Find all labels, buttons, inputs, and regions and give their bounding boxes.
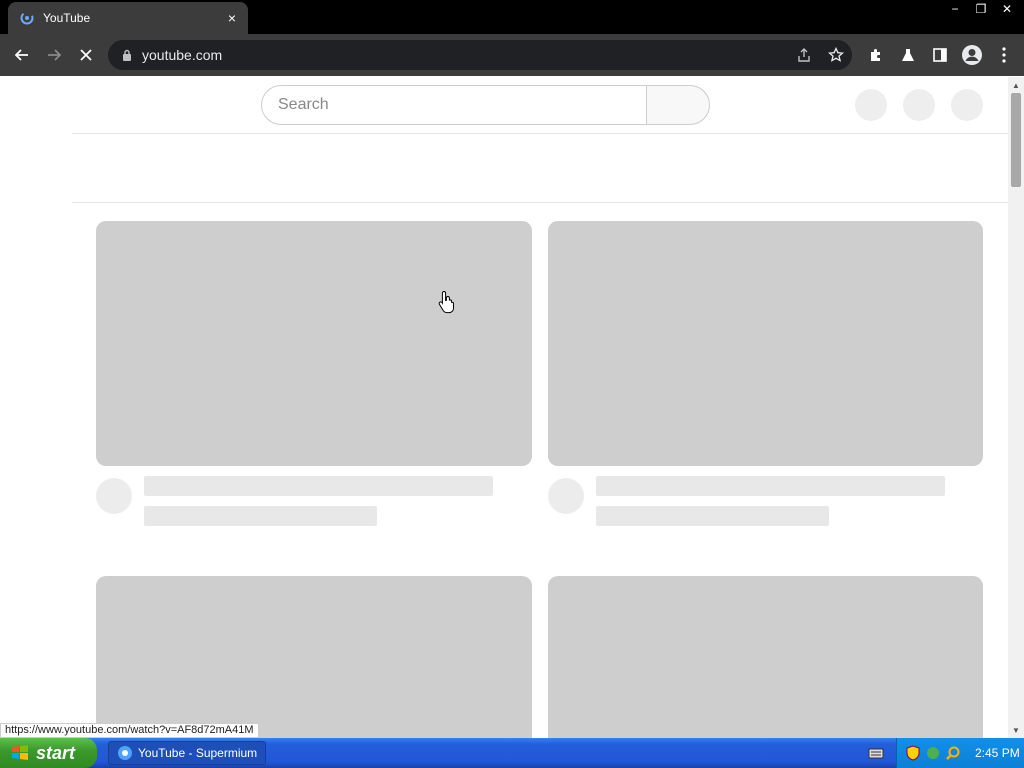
video-thumbnail-placeholder [96,576,532,738]
search-button[interactable] [646,85,710,125]
page-content: Search ▲ ▼ [0,77,1024,738]
start-button[interactable]: start [0,738,97,768]
keyboard-icon[interactable] [868,746,884,760]
bookmark-star-icon[interactable] [820,40,852,70]
status-bar-url: https://www.youtube.com/watch?v=AF8d72mA… [0,723,259,738]
menu-kebab-icon[interactable] [988,39,1020,71]
taskbar: start YouTube - Supermium 2:45 PM [0,738,1024,768]
search-icon[interactable] [945,745,961,761]
browser-tab[interactable]: YouTube × [8,2,248,34]
skeleton-button-placeholder [903,89,935,121]
security-shield-icon[interactable] [905,745,921,761]
video-thumbnail-placeholder [548,576,983,738]
screen: YouTube × − ❐ ✕ youtube.com Search ▲ ▼ h… [0,0,1024,768]
windows-flag-icon [12,745,28,760]
start-label: start [36,742,76,763]
tab-close-icon[interactable]: × [224,10,240,26]
clock[interactable]: 2:45 PM [975,746,1020,760]
browser-toolbar: youtube.com [0,34,1024,76]
scroll-down-icon[interactable]: ▼ [1008,722,1024,738]
chips-divider [72,202,1008,203]
taskbar-item-label: YouTube - Supermium [138,746,258,760]
forward-button[interactable] [38,39,70,71]
search-input[interactable]: Search [261,85,647,125]
stop-loading-button[interactable] [70,39,102,71]
minimize-button[interactable]: − [944,0,966,18]
system-tray: 2:45 PM [896,738,1024,768]
hand-cursor-icon [438,290,454,314]
close-window-button[interactable]: ✕ [996,0,1018,18]
share-icon[interactable] [788,40,820,70]
close-icon [80,49,92,61]
scrollbar-thumb[interactable] [1011,93,1021,187]
browser-app-icon [118,746,132,760]
back-button[interactable] [6,39,38,71]
scroll-up-icon[interactable]: ▲ [1008,77,1024,93]
channel-avatar-placeholder [548,478,584,514]
channel-avatar-placeholder [96,478,132,514]
lock-icon [120,48,134,62]
skeleton-button-placeholder [855,89,887,121]
back-arrow-icon [14,49,28,61]
skeleton-avatar-placeholder [951,89,983,121]
meta-line-placeholder [596,506,829,526]
window-controls: − ❐ ✕ [944,0,1018,18]
profile-avatar-icon[interactable] [956,39,988,71]
side-panel-icon[interactable] [924,39,956,71]
header-divider [72,133,1008,134]
labs-flask-icon[interactable] [892,39,924,71]
page-scrollbar[interactable]: ▲ ▼ [1008,77,1024,738]
forward-arrow-icon [48,49,62,61]
video-thumbnail-placeholder [548,221,983,466]
url-text[interactable]: youtube.com [142,47,788,63]
video-thumbnail-placeholder [96,221,532,466]
restore-button[interactable]: ❐ [970,0,992,18]
title-line-placeholder [144,476,493,496]
address-bar[interactable]: youtube.com [108,40,852,70]
meta-line-placeholder [144,506,377,526]
network-icon[interactable] [925,745,941,761]
title-line-placeholder [596,476,945,496]
loading-spinner-icon [19,10,35,26]
browser-titlebar: YouTube × − ❐ ✕ [0,0,1024,34]
tab-title: YouTube [43,11,91,25]
taskbar-item-browser[interactable]: YouTube - Supermium [108,741,266,765]
toolbar-right-buttons [860,39,1020,71]
extensions-icon[interactable] [860,39,892,71]
